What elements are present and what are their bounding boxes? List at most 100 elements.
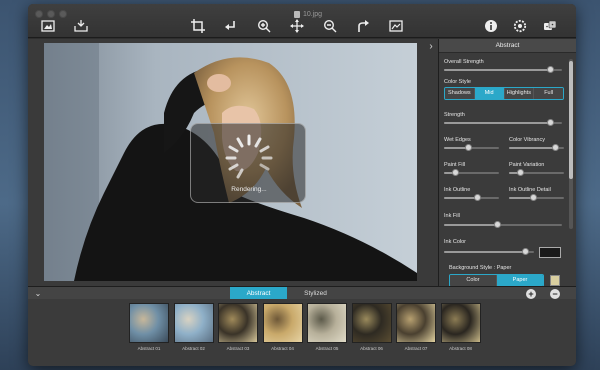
toolbar: 10.jpg: [28, 4, 576, 38]
preset-thumbnail-label: Abstract 04: [271, 346, 294, 351]
color-style-label: Color Style: [444, 79, 471, 85]
slider-thumb[interactable]: [451, 169, 459, 176]
photo-preview[interactable]: Rendering...: [44, 43, 417, 281]
app-window: 10.jpg Rendering... › Abstract Overall S…: [28, 4, 576, 366]
background-style-label: Background Style : Paper: [449, 265, 512, 271]
ink-color-slider[interactable]: [444, 248, 534, 255]
preset-thumbnail[interactable]: Abstract 01: [129, 303, 169, 355]
preset-thumbnail-label: Abstract 03: [226, 346, 250, 351]
preset-thumbnail-label: Abstract 08: [449, 346, 472, 351]
preset-thumbnail[interactable]: Abstract 05: [307, 303, 347, 355]
save-button[interactable]: [72, 17, 90, 35]
wet-edges-slider[interactable]: [444, 144, 499, 151]
preset-thumbnail-image: [307, 303, 347, 343]
crop-button[interactable]: [189, 17, 207, 35]
info-button[interactable]: [482, 17, 500, 35]
zoom-out-button[interactable]: [321, 17, 339, 35]
paper-texture-thumbnail[interactable]: [550, 275, 560, 286]
panel-title: Abstract: [439, 39, 576, 53]
preset-thumbnail[interactable]: Abstract 04: [262, 303, 303, 355]
background-style-paper[interactable]: Paper: [497, 275, 543, 286]
preset-thumbnail[interactable]: Abstract 06: [351, 303, 392, 355]
slider-fill: [509, 147, 556, 149]
panel-scrollbar[interactable]: [569, 59, 573, 229]
ink-outline-detail-label: Ink Outline Detail: [509, 187, 551, 193]
zoom-window-button[interactable]: [59, 10, 67, 18]
color-style-shadows[interactable]: Shadows: [445, 88, 475, 99]
color-vibrancy-slider[interactable]: [509, 144, 564, 151]
add-preset-button[interactable]: +: [526, 289, 536, 299]
slider-fill: [444, 224, 498, 226]
paint-fill-slider[interactable]: [444, 169, 499, 176]
slider-thumb[interactable]: [465, 144, 473, 151]
slider-fill: [444, 251, 525, 253]
undo-button[interactable]: [222, 17, 240, 35]
preset-thumbnail-label: Abstract 05: [315, 346, 339, 351]
settings-button[interactable]: [511, 17, 529, 35]
color-style-segmented: Shadows Mid Highlights Full: [444, 87, 564, 100]
slider-thumb[interactable]: [546, 66, 554, 73]
zoom-out-icon: [323, 19, 337, 33]
preset-thumbnail-image: [218, 303, 258, 343]
rendering-label: Rendering...: [231, 186, 267, 193]
slider-thumb[interactable]: [473, 194, 481, 201]
presets-button[interactable]: [541, 17, 559, 35]
paint-fill-label: Paint Fill: [444, 162, 466, 168]
preset-thumbnail-label: Abstract 06: [360, 346, 383, 351]
preset-thumbnail[interactable]: Abstract 08: [440, 303, 481, 355]
paint-variation-slider[interactable]: [509, 169, 564, 176]
preset-thumbnail-label: Abstract 02: [182, 346, 205, 351]
presets-icon: [544, 20, 557, 30]
color-style-full[interactable]: Full: [534, 88, 563, 99]
slider-thumb[interactable]: [552, 144, 560, 151]
remove-preset-button[interactable]: −: [550, 289, 560, 299]
strength-slider[interactable]: [444, 119, 562, 126]
overall-strength-slider[interactable]: [444, 66, 562, 73]
color-style-mid[interactable]: Mid: [474, 88, 505, 99]
preset-thumbnail-image: [129, 303, 169, 343]
pan-button[interactable]: [288, 17, 306, 35]
preset-thumbnail[interactable]: Abstract 03: [218, 303, 258, 355]
slider-thumb[interactable]: [516, 169, 524, 176]
compare-button[interactable]: [387, 17, 405, 35]
collapse-panel-chevron-icon[interactable]: ›: [426, 41, 436, 53]
browse-button[interactable]: [39, 17, 57, 35]
preset-thumbnail-image: [440, 303, 481, 343]
browse-icon: [41, 20, 55, 32]
info-icon: [485, 20, 497, 32]
background-style-segmented: Color Paper: [449, 274, 544, 286]
strength-label: Strength: [444, 112, 465, 118]
pan-icon: [290, 19, 304, 33]
crop-icon: [191, 19, 205, 33]
panel-scrollbar-thumb[interactable]: [569, 61, 573, 179]
slider-thumb[interactable]: [493, 221, 501, 228]
zoom-in-icon: [257, 19, 271, 33]
ink-outline-label: Ink Outline: [444, 187, 471, 193]
image-canvas[interactable]: Rendering... ›: [28, 39, 438, 286]
ink-fill-slider[interactable]: [444, 221, 562, 228]
slider-fill: [444, 122, 551, 124]
ink-color-label: Ink Color: [444, 239, 467, 245]
preset-thumbnail[interactable]: Abstract 07: [396, 303, 436, 355]
overall-strength-label: Overall Strength: [444, 59, 484, 65]
slider-thumb[interactable]: [546, 119, 554, 126]
zoom-in-button[interactable]: [255, 17, 273, 35]
compare-icon: [389, 20, 403, 32]
settings-icon: [513, 19, 527, 33]
slider-thumb[interactable]: [530, 194, 538, 201]
preset-thumbnail-image: [173, 303, 214, 343]
preset-thumbnail-image: [396, 303, 436, 343]
rendering-overlay: Rendering...: [190, 123, 306, 203]
ink-color-swatch[interactable]: [539, 247, 561, 258]
ink-outline-detail-slider[interactable]: [509, 194, 564, 201]
color-style-highlights[interactable]: Highlights: [504, 88, 535, 99]
slider-thumb[interactable]: [521, 248, 529, 255]
settings-panel: Abstract Overall Strength Color Style Sh…: [438, 39, 576, 286]
ink-outline-slider[interactable]: [444, 194, 499, 201]
preset-thumbnail-label: Abstract 01: [137, 346, 161, 351]
background-style-color[interactable]: Color: [450, 275, 497, 286]
redo-button[interactable]: [354, 17, 372, 35]
ink-fill-label: Ink Fill: [444, 213, 460, 219]
preset-thumbnail[interactable]: Abstract 02: [173, 303, 214, 355]
save-icon: [74, 20, 88, 32]
